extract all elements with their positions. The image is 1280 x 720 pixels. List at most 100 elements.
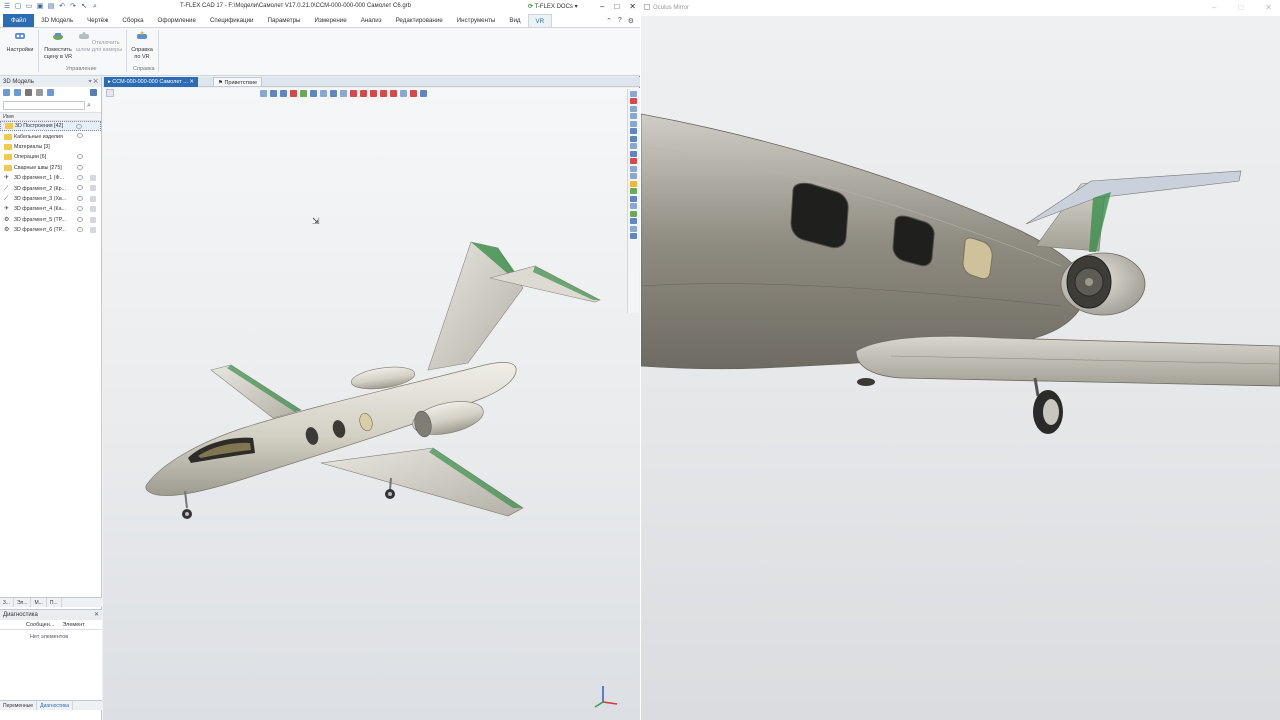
tab-document-airplane[interactable]: ▸ ССМ-000-000-000 Самолет ... ✕ bbox=[104, 77, 198, 87]
tab-3d-model-short[interactable]: 3... bbox=[0, 598, 14, 607]
render-icon[interactable] bbox=[630, 158, 637, 164]
tree-item[interactable]: ⟋ 3D фрагмент_3 (Хв... bbox=[0, 194, 101, 204]
forward-icon[interactable] bbox=[14, 89, 21, 96]
tree-item[interactable]: ⟋ 3D фрагмент_2 (Кр... bbox=[0, 183, 101, 193]
diagnostics-close-icon[interactable]: ✕ bbox=[94, 610, 99, 620]
tab-vr[interactable]: VR bbox=[527, 14, 553, 27]
tab-elements-short[interactable]: Эл... bbox=[14, 598, 32, 607]
view-iso-icon[interactable] bbox=[630, 150, 637, 157]
tab-variables[interactable]: Переменные bbox=[0, 701, 38, 710]
vr-help-button[interactable]: Справка по VR bbox=[128, 31, 156, 61]
view-cube-icon[interactable] bbox=[630, 90, 637, 97]
visibility-icon[interactable] bbox=[77, 216, 83, 222]
lock-icon[interactable] bbox=[90, 216, 96, 223]
vr-view-icon[interactable] bbox=[630, 233, 637, 239]
back-icon[interactable] bbox=[3, 89, 10, 96]
tree-item[interactable]: ✈ 3D фрагмент_1 (Ф... bbox=[0, 173, 101, 183]
lock-icon[interactable] bbox=[90, 206, 96, 213]
filter-icon[interactable] bbox=[36, 89, 43, 96]
lock-icon[interactable] bbox=[90, 174, 96, 181]
undo-icon[interactable]: ↶ bbox=[58, 3, 66, 11]
maximize-icon[interactable]: □ bbox=[614, 2, 619, 11]
settings-icon[interactable] bbox=[47, 89, 54, 96]
visibility-icon[interactable] bbox=[77, 226, 83, 232]
search-input[interactable] bbox=[3, 101, 85, 110]
lock-icon[interactable] bbox=[90, 195, 96, 202]
visibility-icon[interactable] bbox=[77, 206, 83, 212]
camera-icon[interactable] bbox=[630, 195, 637, 202]
zoom-in-icon[interactable] bbox=[630, 105, 637, 112]
app-menu-icon[interactable]: ☰ bbox=[3, 3, 11, 11]
pointer-icon[interactable]: ↖ bbox=[80, 3, 88, 11]
visibility-icon[interactable] bbox=[76, 124, 82, 129]
tree-item[interactable]: Кабельные изделия bbox=[0, 131, 101, 141]
tree-item[interactable]: ⚙ 3D фрагмент_5 (ТР... bbox=[0, 215, 101, 225]
save-icon[interactable]: ▣ bbox=[36, 3, 44, 11]
panel-close-icon[interactable]: ⌖ ✕ bbox=[88, 77, 98, 87]
tab-design[interactable]: Оформление bbox=[151, 14, 203, 27]
zoom-icon[interactable]: ⌕ bbox=[91, 3, 99, 11]
explode-icon[interactable] bbox=[630, 218, 637, 224]
section-view-icon[interactable] bbox=[630, 188, 637, 194]
zoom-out-icon[interactable] bbox=[630, 113, 637, 119]
close-icon[interactable]: ✕ bbox=[1265, 3, 1272, 12]
wireframe-icon[interactable] bbox=[630, 173, 637, 179]
place-scene-button[interactable]: Поместить сцену в VR bbox=[41, 31, 75, 61]
open-file-icon[interactable]: ▭ bbox=[25, 3, 33, 11]
search-icon[interactable]: ⌕ bbox=[87, 102, 91, 110]
tab-view[interactable]: Вид bbox=[502, 14, 527, 27]
tree-item[interactable]: 3D Построения [42] bbox=[0, 121, 101, 132]
tab-materials-short[interactable]: М... bbox=[31, 598, 47, 607]
zoom-fit-icon[interactable] bbox=[630, 120, 637, 127]
help-icon[interactable]: ? bbox=[618, 17, 622, 25]
light-icon[interactable] bbox=[630, 180, 637, 187]
print-icon[interactable]: ▤ bbox=[47, 3, 55, 11]
tab-specifications[interactable]: Спецификации bbox=[203, 14, 261, 27]
tab-assembly[interactable]: Сборка bbox=[115, 14, 150, 27]
col-message[interactable]: Сообщен... bbox=[22, 620, 58, 629]
tab-measure[interactable]: Измерение bbox=[308, 14, 354, 27]
maximize-icon[interactable]: □ bbox=[1238, 3, 1243, 12]
detach-camera-button[interactable]: Отключить шлем для камеры bbox=[75, 31, 123, 54]
3d-viewport[interactable]: ⇲ bbox=[103, 88, 640, 720]
collapse-ribbon-icon[interactable]: ⌃ bbox=[606, 17, 612, 25]
tree-item[interactable]: Сварные швы [275] bbox=[0, 163, 101, 173]
visibility-icon[interactable] bbox=[77, 164, 83, 170]
tree-item[interactable]: ⚙ 3D фрагмент_6 (ТР... bbox=[0, 225, 101, 235]
tab-3d-model[interactable]: 3D Модель bbox=[34, 14, 80, 27]
tab-welcome[interactable]: ⚑ Приветствие bbox=[213, 77, 263, 87]
view-front-icon[interactable] bbox=[630, 143, 637, 149]
close-icon[interactable]: ✕ bbox=[629, 2, 636, 11]
visibility-icon[interactable] bbox=[77, 195, 83, 201]
settings-button[interactable]: Настройки bbox=[4, 31, 36, 54]
material-icon[interactable] bbox=[630, 210, 637, 217]
shading-icon[interactable] bbox=[630, 165, 637, 172]
tree-item[interactable]: ✈ 3D фрагмент_4 (Ка... bbox=[0, 204, 101, 214]
tab-params-short[interactable]: П... bbox=[47, 598, 62, 607]
visibility-icon[interactable] bbox=[77, 133, 83, 139]
tab-diagnostics[interactable]: Диагностика bbox=[37, 701, 74, 710]
tab-analysis[interactable]: Анализ bbox=[354, 14, 389, 27]
tools-icon[interactable] bbox=[90, 89, 97, 96]
home-icon[interactable] bbox=[25, 89, 32, 96]
minimize-icon[interactable]: – bbox=[1212, 3, 1216, 12]
perspective-icon[interactable] bbox=[630, 203, 637, 209]
tflex-docs-button[interactable]: ⟳ T-FLEX DOCs ▾ bbox=[528, 3, 578, 10]
pan-icon[interactable] bbox=[630, 128, 637, 134]
rotate-icon[interactable] bbox=[630, 135, 637, 142]
lock-icon[interactable] bbox=[90, 226, 96, 233]
tree-item[interactable]: Операции [6] bbox=[0, 152, 101, 162]
lock-icon[interactable] bbox=[90, 185, 96, 192]
tab-drawing[interactable]: Чертёж bbox=[80, 14, 115, 27]
redo-icon[interactable]: ↷ bbox=[69, 3, 77, 11]
tree-item[interactable]: Материалы [3] bbox=[0, 142, 101, 152]
visibility-icon[interactable] bbox=[77, 174, 83, 180]
tab-editing[interactable]: Редактирование bbox=[389, 14, 450, 27]
tab-file[interactable]: Файл bbox=[3, 14, 35, 27]
new-file-icon[interactable]: ▢ bbox=[14, 3, 22, 11]
magnet-icon[interactable] bbox=[630, 98, 637, 104]
tab-parameters[interactable]: Параметры bbox=[261, 14, 308, 27]
measure-icon[interactable] bbox=[630, 225, 637, 232]
options-icon[interactable]: ⚙ bbox=[628, 17, 634, 25]
col-element[interactable]: Элемент bbox=[58, 620, 88, 629]
